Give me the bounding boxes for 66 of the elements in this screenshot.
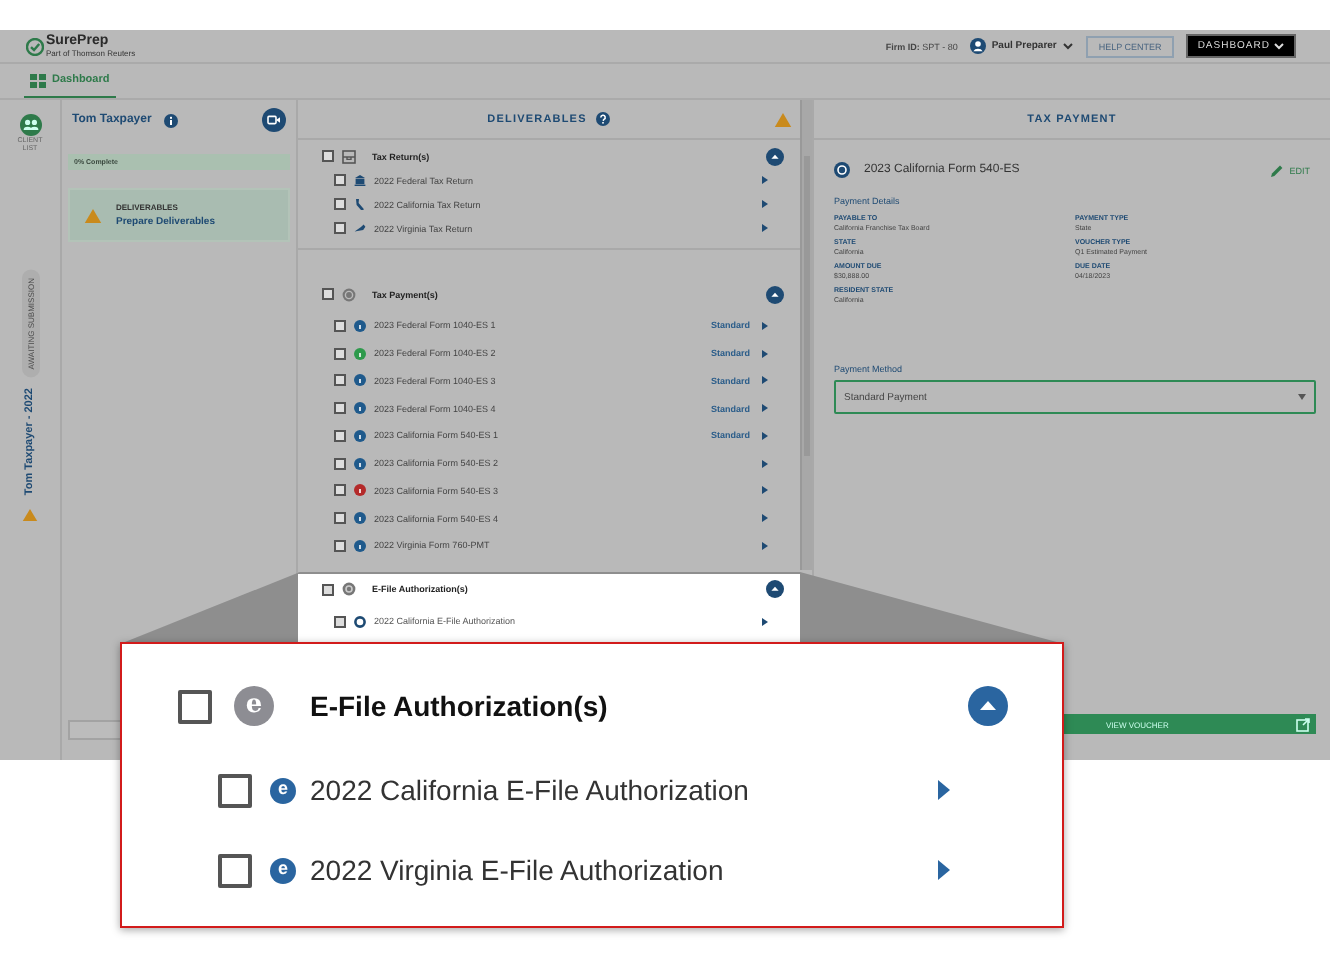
- checkbox[interactable]: [322, 150, 334, 162]
- caret-right-icon: [762, 486, 768, 495]
- checkbox[interactable]: [218, 773, 252, 807]
- caret-right-icon: [762, 349, 768, 358]
- e-badge-icon: e: [270, 857, 296, 883]
- caret-right-icon: [762, 459, 768, 468]
- info-icon: [163, 113, 178, 127]
- checkbox[interactable]: [334, 484, 346, 497]
- help-icon: [596, 112, 611, 126]
- caret-right-icon: [938, 860, 950, 880]
- scrollbar[interactable]: [800, 100, 812, 570]
- caret-right-icon: [762, 224, 768, 232]
- video-camera-icon[interactable]: [262, 108, 286, 132]
- e-badge-icon: e: [234, 686, 274, 726]
- item-title[interactable]: 2022 California E-File Authorization: [310, 774, 749, 806]
- section-title: E-File Authorization(s): [310, 690, 608, 722]
- warning-icon: [84, 207, 102, 223]
- caret-right-icon: [762, 541, 768, 550]
- collapse-button[interactable]: [968, 686, 1008, 726]
- pencil-icon: [1269, 163, 1284, 177]
- checkbox[interactable]: [178, 689, 212, 723]
- collapse-button[interactable]: [766, 285, 784, 303]
- caret-right-icon: [762, 617, 768, 626]
- checkbox[interactable]: [334, 402, 346, 415]
- checkbox[interactable]: [334, 539, 346, 552]
- collapse-button[interactable]: [766, 147, 784, 165]
- checkbox[interactable]: [334, 374, 346, 387]
- collapse-button[interactable]: [766, 580, 784, 599]
- item-title[interactable]: 2022 Virginia E-File Authorization: [310, 854, 724, 886]
- checkbox[interactable]: [334, 347, 346, 360]
- checkbox[interactable]: [322, 288, 334, 300]
- checkbox[interactable]: [334, 615, 346, 628]
- chevron-down-icon: [1062, 42, 1075, 50]
- building-icon: [354, 174, 366, 186]
- caret-down-icon: [1298, 394, 1306, 400]
- user-icon: [969, 38, 986, 54]
- check-circle-icon: [26, 37, 44, 55]
- people-icon: [19, 114, 41, 136]
- checkbox[interactable]: [334, 198, 346, 210]
- checkbox[interactable]: [334, 512, 346, 525]
- checkbox[interactable]: [334, 222, 346, 234]
- caret-right-icon: [762, 431, 768, 440]
- coin-icon: [342, 287, 356, 301]
- checkbox[interactable]: [334, 457, 346, 470]
- external-link-icon: [1296, 717, 1310, 731]
- caret-right-icon: [762, 321, 768, 330]
- caret-right-icon: [762, 376, 768, 385]
- caret-right-icon: [938, 780, 950, 800]
- tray-icon: [342, 149, 356, 163]
- circle-icon: [342, 582, 356, 597]
- grid-icon: [30, 73, 46, 87]
- caret-right-icon: [762, 514, 768, 523]
- checkbox[interactable]: [322, 583, 334, 596]
- ring-icon: [354, 615, 366, 628]
- coin-icon: [834, 162, 850, 178]
- caret-right-icon: [762, 176, 768, 184]
- caret-right-icon: [762, 200, 768, 208]
- chevron-down-icon: [1274, 42, 1284, 50]
- e-badge-icon: e: [270, 777, 296, 803]
- caret-right-icon: [762, 404, 768, 413]
- warning-icon: [22, 508, 38, 523]
- checkbox[interactable]: [334, 174, 346, 186]
- warning-icon: [774, 112, 792, 128]
- checkbox[interactable]: [334, 319, 346, 332]
- checkbox[interactable]: [334, 429, 346, 442]
- checkbox[interactable]: [218, 853, 252, 887]
